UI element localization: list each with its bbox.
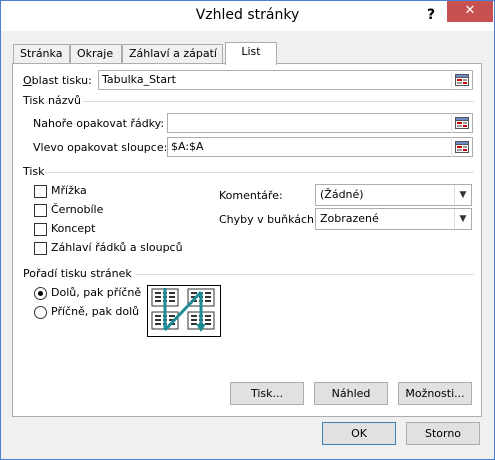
down-then-over-label[interactable]: Dolů, pak příčně [51,286,141,299]
rows-to-repeat-label: Nahoře opakovat řádky: [33,117,165,130]
tab-list[interactable]: List [225,42,277,65]
print-divider [45,172,474,173]
help-button[interactable]: ? [421,5,441,25]
preview-button[interactable]: Náhled [314,382,388,405]
comments-label: Komentáře: [219,189,283,202]
page-order-divider [136,274,474,275]
print-area-input[interactable]: Tabulka_Start [98,70,473,90]
cols-to-repeat-label: Vlevo opakovat sloupce: [33,141,168,154]
print-button[interactable]: Tisk... [230,382,304,405]
black-white-checkbox[interactable] [34,204,47,217]
draft-checkbox[interactable] [34,223,47,236]
cell-errors-label: Chyby v buňkách: [219,213,318,226]
over-then-down-radio[interactable] [34,306,47,319]
close-button[interactable]: ✕ [447,1,493,22]
rows-to-repeat-input[interactable] [167,113,473,133]
black-white-label[interactable]: Černobíle [51,203,103,216]
print-area-value: Tabulka_Start [102,73,176,86]
print-area-label: Oblast tisku: [23,74,92,87]
print-area-label-text: blast tisku: [31,74,92,87]
print-section-label: Tisk [23,165,45,178]
dialog-window: Vzhled stránky ? ✕ Stránka Okraje Záhlav… [0,0,495,460]
down-then-over-radio[interactable] [34,287,47,300]
rows-ref-button[interactable] [451,113,472,133]
page-order-preview [147,285,221,337]
row-col-headings-label[interactable]: Záhlaví řádků a sloupců [51,241,183,254]
cols-to-repeat-value: $A:$A [171,140,204,153]
draft-label[interactable]: Koncept [51,222,95,235]
title-bar[interactable]: Vzhled stránky ? ✕ [1,1,494,31]
row-col-headings-checkbox[interactable] [34,242,47,255]
cols-ref-button[interactable] [451,137,472,157]
range-select-icon [455,74,469,86]
gridlines-checkbox[interactable] [34,185,47,198]
print-titles-divider [83,101,474,102]
ok-button[interactable]: OK [322,422,396,445]
comments-select[interactable]: (Žádné) ▼ [315,184,472,206]
print-area-ref-button[interactable] [451,70,472,90]
tab-zahlavi-zapati[interactable]: Záhlaví a zápatí [122,44,223,64]
chevron-down-icon[interactable]: ▼ [454,185,471,205]
page-order-diagram-icon [151,288,215,332]
page-order-section-label: Pořadí tisku stránek [23,267,132,280]
cell-errors-select[interactable]: Zobrazené ▼ [315,208,472,230]
tab-okraje[interactable]: Okraje [70,44,122,64]
chevron-down-icon[interactable]: ▼ [454,209,471,229]
cols-to-repeat-input[interactable]: $A:$A [167,137,473,157]
cancel-button[interactable]: Storno [406,422,480,445]
gridlines-label[interactable]: Mřížka [51,184,87,197]
range-select-icon [455,141,469,153]
tab-stranka[interactable]: Stránka [13,44,70,64]
close-icon: ✕ [464,3,476,18]
options-button[interactable]: Možnosti... [398,382,472,405]
over-then-down-label[interactable]: Příčně, pak dolů [51,305,139,318]
cell-errors-value: Zobrazené [320,212,379,225]
print-titles-section-label: Tisk názvů [23,94,82,107]
comments-value: (Žádné) [320,188,364,201]
range-select-icon [455,117,469,129]
